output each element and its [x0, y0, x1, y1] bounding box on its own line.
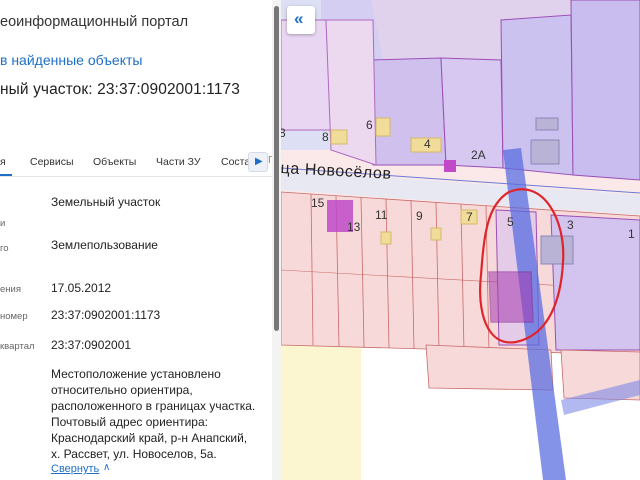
parcel — [570, 0, 640, 181]
tab-bar: я Сервисы Объекты Части ЗУ Соста — [0, 150, 272, 176]
house-number: 8 — [322, 130, 329, 144]
map-view[interactable]: ца Новосёлов 8 8 6 4 2А 15 13 11 9 7 5 3… — [281, 0, 640, 480]
chevron-up-icon: ∧ — [103, 462, 111, 473]
house-number: 2А — [471, 148, 486, 162]
panel-scrollbar-thumb[interactable] — [274, 6, 279, 331]
house-number: 4 — [424, 137, 431, 151]
row-label-type: го — [0, 243, 9, 254]
row-label-cadastral-block: квартал — [0, 341, 35, 352]
house-number: 15 — [311, 196, 325, 210]
row-label-date: ения — [0, 284, 21, 295]
house-number: 3 — [567, 218, 574, 232]
chevron-right-icon: ▶ — [255, 156, 263, 167]
location-line: Краснодарский край, р-н Анапский, — [51, 431, 248, 445]
row-value-cadastral-block: 23:37:0902001 — [51, 338, 132, 352]
yellow-area — [281, 330, 361, 480]
double-chevron-left-icon: « — [294, 9, 304, 28]
house-number: 8 — [281, 126, 286, 140]
house-number: 5 — [507, 215, 514, 229]
parcel — [281, 19, 332, 131]
tab-services[interactable]: Сервисы — [30, 156, 74, 168]
back-to-results-link[interactable]: в найденные объекты — [0, 52, 142, 68]
location-line: относительно ориентира, — [51, 383, 193, 397]
location-line: Почтовый адрес ориентира: — [51, 415, 208, 429]
house-number: 13 — [347, 220, 361, 234]
tab-composition[interactable]: Соста — [221, 156, 250, 168]
location-line: расположенного в границах участка. — [51, 399, 256, 413]
house-number: 9 — [416, 209, 423, 223]
building — [444, 160, 456, 172]
cadastral-map — [281, 0, 640, 480]
parcel-title: ный участок: 23:37:0902001:1173 — [0, 81, 240, 98]
selected-parcel — [488, 271, 534, 323]
building — [430, 227, 442, 241]
location-line: Местоположение установлено — [51, 367, 221, 381]
tab-info[interactable]: я — [0, 156, 6, 168]
row-label-cadastral-number: номер — [0, 311, 28, 322]
building — [380, 231, 392, 245]
collapse-link[interactable]: Свернуть — [51, 463, 99, 475]
portal-title: еоинформационный портал — [0, 14, 189, 30]
building — [535, 117, 559, 131]
building — [330, 129, 348, 145]
parcel — [550, 214, 640, 351]
row-value-type: Землепользование — [51, 238, 158, 252]
location-line: х. Рассвет, ул. Новоселов, 5а. — [51, 447, 217, 461]
building — [540, 235, 574, 265]
house-number: 6 — [366, 118, 373, 132]
row-value-date: 17.05.2012 — [51, 281, 112, 295]
building — [375, 117, 391, 137]
row-label-kind: и — [0, 218, 6, 229]
tabs-divider — [0, 176, 272, 177]
row-value-object-type: Земельный участок — [51, 195, 161, 209]
house-number: 11 — [375, 208, 388, 222]
building — [530, 139, 560, 165]
house-number: 7 — [466, 210, 473, 224]
tab-parcel-parts[interactable]: Части ЗУ — [156, 156, 201, 168]
info-panel: еоинформационный портал в найденные объе… — [0, 0, 281, 480]
row-value-cadastral-number: 23:37:0902001:1173 — [51, 308, 161, 322]
house-number: 1 — [628, 227, 635, 241]
collapse-panel-button[interactable]: « — [287, 6, 315, 34]
tabs-scroll-right-button[interactable]: ▶ — [248, 152, 268, 172]
tab-objects[interactable]: Объекты — [93, 156, 136, 168]
